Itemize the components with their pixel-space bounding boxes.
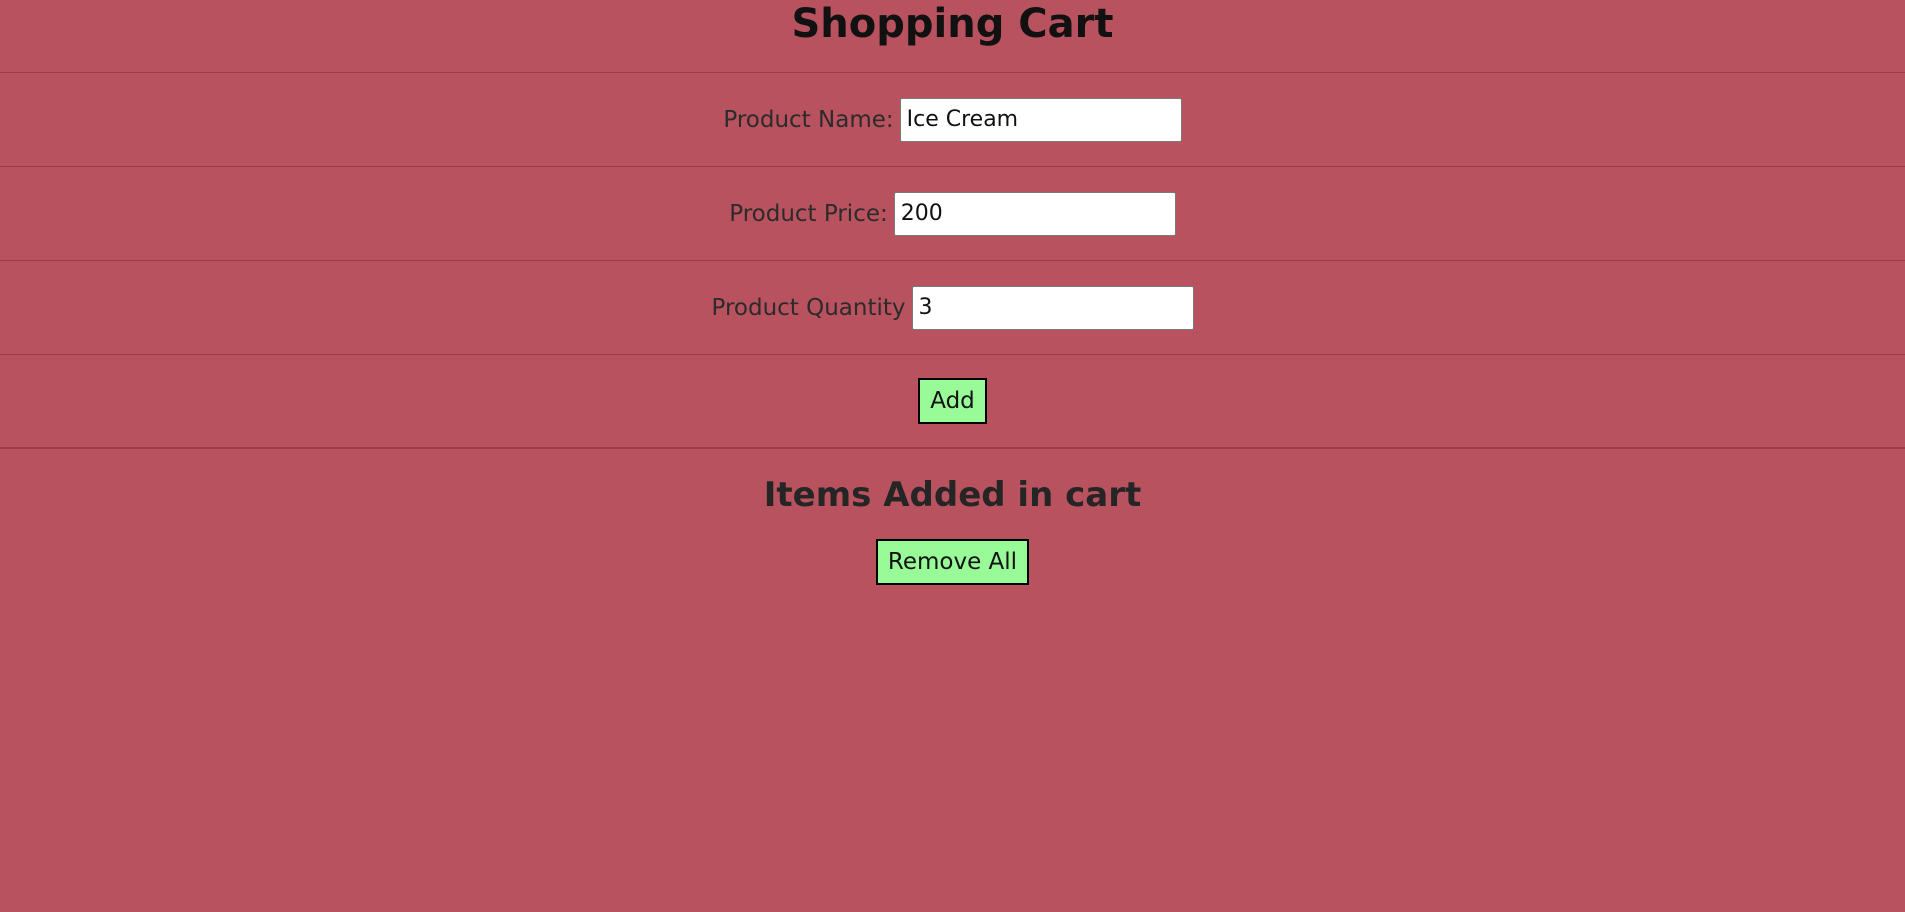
product-name-row: Product Name: <box>0 73 1905 167</box>
add-button[interactable]: Add <box>918 378 987 424</box>
product-price-row: Product Price: <box>0 167 1905 261</box>
shopping-cart-page: Shopping Cart Product Name: Product Pric… <box>0 0 1905 912</box>
product-price-label: Product Price: <box>729 200 888 227</box>
remove-all-wrap: Remove All <box>0 539 1905 585</box>
product-price-input[interactable] <box>893 191 1176 236</box>
product-quantity-label: Product Quantity <box>711 294 906 321</box>
cart-heading: Items Added in cart <box>763 475 1142 515</box>
product-quantity-row: Product Quantity <box>0 261 1905 355</box>
product-quantity-input[interactable] <box>911 285 1194 330</box>
add-button-row: Add <box>0 355 1905 449</box>
cart-section: Items Added in cart Remove All <box>0 449 1905 585</box>
product-name-input[interactable] <box>899 97 1182 142</box>
remove-all-button[interactable]: Remove All <box>875 539 1030 585</box>
product-name-label: Product Name: <box>723 106 894 133</box>
title-bar: Shopping Cart <box>0 0 1905 73</box>
page-title: Shopping Cart <box>791 1 1114 47</box>
